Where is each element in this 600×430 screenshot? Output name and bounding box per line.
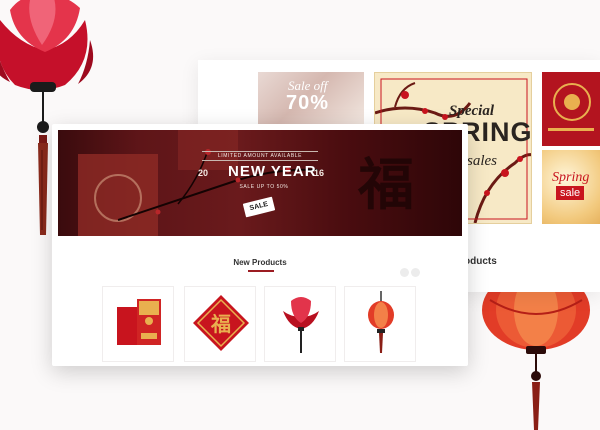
product-card[interactable]: [344, 286, 416, 362]
sales-text: sales: [467, 153, 497, 169]
sale-up-to-text: SALE UP TO 50%: [239, 184, 289, 190]
fu-ornament-icon: 福: [193, 295, 249, 351]
calligraphy-graphic: 福: [358, 152, 414, 218]
red-envelope-icon: [117, 299, 161, 345]
svg-text:福: 福: [210, 312, 231, 336]
fu-character-graphic: [548, 83, 594, 131]
spring-sale-tile[interactable]: Spring sale: [542, 150, 600, 224]
sale-off-percent: 70%: [286, 92, 330, 114]
carousel-next-dot[interactable]: [411, 268, 420, 277]
foreground-webpage-preview: 福 LIMITED AMOUNT AVAILABLE 20 NEW YEAR 1…: [52, 124, 468, 366]
product-card[interactable]: 福: [184, 286, 256, 362]
spring-sale-badge: sale: [556, 186, 585, 200]
heading-underline: [248, 270, 274, 272]
round-lantern-decoration: [482, 280, 590, 430]
product-card[interactable]: [264, 286, 336, 362]
year-right-digits: 16: [314, 168, 325, 178]
sale-off-banner-tile[interactable]: Sale off 70%: [258, 72, 364, 124]
carousel-prev-dot[interactable]: [400, 268, 409, 277]
new-year-hero-banner[interactable]: 福 LIMITED AMOUNT AVAILABLE 20 NEW YEAR 1…: [58, 130, 462, 236]
lotus-lamp-icon: [283, 297, 319, 353]
new-products-heading: New Products: [233, 258, 287, 267]
hanging-lantern-icon: [368, 291, 394, 353]
red-promo-tile[interactable]: [542, 72, 600, 146]
year-left-digits: 20: [198, 168, 209, 178]
new-year-title: NEW YEAR: [228, 163, 317, 180]
background-section-heading: oducts: [464, 256, 497, 267]
product-card[interactable]: [102, 286, 174, 362]
limited-amount-text: LIMITED AMOUNT AVAILABLE: [202, 151, 318, 161]
spring-sale-title: Spring: [552, 170, 590, 185]
